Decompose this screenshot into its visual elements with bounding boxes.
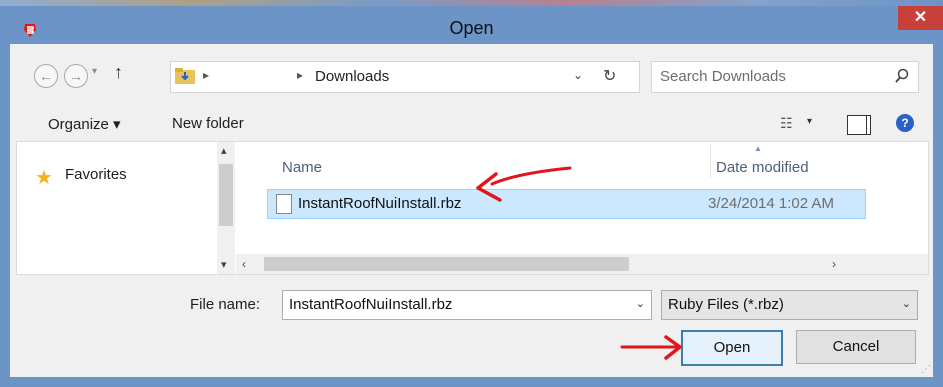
refresh-icon[interactable]: ↻ — [603, 66, 616, 86]
downloads-folder-icon — [175, 68, 195, 84]
annotation-arrow-file — [476, 166, 572, 202]
favorites-star-icon: ★ — [35, 167, 53, 189]
column-divider[interactable] — [710, 144, 711, 178]
column-header-date-modified[interactable]: Date modified — [716, 159, 809, 176]
file-icon — [276, 194, 292, 214]
help-icon[interactable]: ? — [896, 114, 914, 132]
close-button[interactable]: ✕ — [898, 6, 943, 30]
open-dialog: Open ✕ ← → ▾ ↑ ▸ ▸ Downloads ⌄ ↻ Search … — [0, 0, 943, 387]
new-folder-button[interactable]: New folder — [172, 115, 244, 132]
address-bar[interactable]: ▸ ▸ Downloads ⌄ ↻ — [170, 61, 640, 93]
address-dropdown-icon[interactable]: ⌄ — [573, 68, 583, 82]
resize-grip-icon[interactable]: ⋰ — [921, 364, 931, 375]
recent-locations-dropdown-icon[interactable]: ▾ — [92, 66, 97, 77]
horizontal-scroll-thumb[interactable] — [264, 257, 629, 271]
file-type-value: Ruby Files (*.rbz) — [668, 296, 784, 313]
nav-item-favorites[interactable]: Favorites — [65, 166, 127, 183]
sort-indicator-icon: ▲ — [754, 144, 762, 153]
preview-pane-icon[interactable] — [847, 115, 871, 135]
file-name-input[interactable]: InstantRoofNuiInstall.rbz ⌄ — [282, 290, 652, 320]
navigation-pane: ★ Favorites — [17, 142, 217, 274]
annotation-arrow-open — [620, 335, 682, 360]
back-button[interactable]: ← — [34, 64, 58, 88]
file-date: 3/24/2014 1:02 AM — [708, 195, 834, 212]
change-view-icon[interactable]: ☷ — [780, 115, 793, 132]
scroll-down-icon[interactable]: ▾ — [221, 258, 227, 271]
horizontal-scrollbar[interactable]: ‹ › — [236, 254, 928, 274]
title-bar[interactable]: Open ✕ — [0, 0, 943, 44]
organize-menu[interactable]: Organize ▾ — [48, 115, 121, 133]
breadcrumb-separator[interactable]: ▸ — [203, 68, 209, 82]
forward-button[interactable]: → — [64, 64, 88, 88]
scroll-left-icon[interactable]: ‹ — [242, 257, 246, 271]
navigation-scrollbar[interactable]: ▴ ▾ — [217, 142, 235, 274]
breadcrumb-separator[interactable]: ▸ — [297, 68, 303, 82]
up-folder-button[interactable]: ↑ — [114, 62, 123, 83]
window-title: Open — [449, 18, 494, 38]
search-box[interactable]: Search Downloads — [651, 61, 919, 93]
view-dropdown-icon[interactable]: ▾ — [807, 116, 812, 127]
scroll-right-icon[interactable]: › — [832, 257, 836, 271]
breadcrumb-downloads[interactable]: Downloads — [315, 68, 389, 85]
search-icon[interactable] — [894, 68, 910, 84]
file-name-label: File name: — [190, 296, 261, 313]
scroll-up-icon[interactable]: ▴ — [221, 144, 227, 157]
scroll-thumb[interactable] — [219, 164, 233, 226]
open-button[interactable]: Open — [681, 330, 783, 366]
file-name-dropdown-icon[interactable]: ⌄ — [636, 297, 645, 310]
file-type-dropdown-icon[interactable]: ⌄ — [902, 297, 911, 310]
file-type-select[interactable]: Ruby Files (*.rbz) ⌄ — [661, 290, 918, 320]
cancel-button[interactable]: Cancel — [796, 330, 916, 364]
file-name-value: InstantRoofNuiInstall.rbz — [289, 296, 453, 313]
column-header-name[interactable]: Name — [282, 159, 322, 176]
background-strip — [0, 0, 943, 6]
file-name: InstantRoofNuiInstall.rbz — [298, 195, 462, 212]
search-placeholder: Search Downloads — [660, 68, 786, 85]
dialog-body: ← → ▾ ↑ ▸ ▸ Downloads ⌄ ↻ Search Downloa… — [10, 44, 933, 377]
